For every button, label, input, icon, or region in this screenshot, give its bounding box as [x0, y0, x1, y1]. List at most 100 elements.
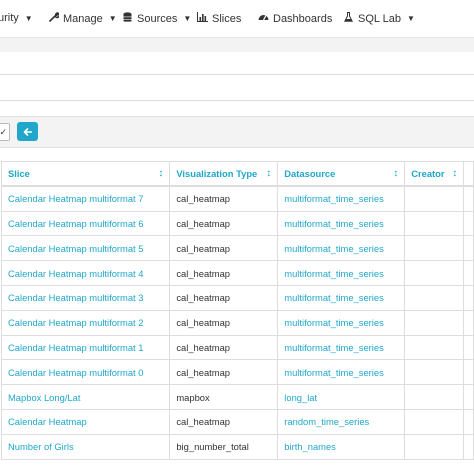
cell-viz-type: cal_heatmap [169, 235, 279, 262]
table-row: Calendar Heatmap multiformat 3 cal_heatma… [0, 284, 474, 311]
cell-extra [463, 359, 474, 386]
divider [0, 74, 474, 75]
cell-creator [404, 284, 465, 311]
cell-extra [463, 309, 474, 336]
cell-viz-type: cal_heatmap [169, 408, 279, 435]
cell-extra [463, 408, 474, 435]
cell-slice-name[interactable]: Calendar Heatmap multiformat 6 [0, 210, 171, 237]
column-header-extra [463, 161, 474, 188]
cell-datasource[interactable]: random_time_series [277, 408, 406, 435]
cell-slice-name[interactable]: Calendar Heatmap [0, 408, 171, 435]
cell-creator [404, 235, 465, 262]
table-row: Mapbox Long/Lat mapbox long_lat [0, 384, 474, 410]
cell-viz-type: cal_heatmap [169, 309, 279, 336]
table-row: Calendar Heatmap multiformat 1 cal_heatma… [0, 334, 474, 361]
chevron-down-icon: ▼ [407, 14, 415, 23]
cell-datasource[interactable]: multiformat_time_series [277, 359, 406, 386]
cell-slice-name[interactable]: Mapbox Long/Lat [0, 384, 171, 410]
cell-extra [463, 260, 474, 286]
cell-viz-type: cal_heatmap [169, 210, 279, 237]
nav-sources-label: Sources [137, 12, 178, 25]
cell-extra [463, 334, 474, 361]
filter-bar: ✓ [0, 116, 474, 148]
nav-slices-label: Slices [212, 12, 242, 25]
cell-datasource[interactable]: multiformat_time_series [277, 260, 406, 286]
nav-security-label: urity [0, 12, 19, 24]
dashboard-icon [258, 12, 269, 25]
cell-viz-type: mapbox [169, 384, 279, 410]
sort-icon[interactable]: ↕ [266, 168, 271, 179]
divider [0, 100, 474, 101]
cell-datasource[interactable]: multiformat_time_series [277, 309, 406, 336]
slices-table: Slice ↕ Visualization Type ↕ Datasource … [0, 161, 474, 460]
chevron-down-icon: ▼ [183, 14, 192, 23]
database-icon [122, 12, 133, 25]
cell-creator [404, 185, 465, 212]
column-header-label: Creator [411, 168, 445, 180]
table-row: Calendar Heatmap multiformat 0 cal_heatma… [0, 359, 474, 386]
column-header-creator[interactable]: Creator ↕ [404, 161, 465, 188]
cell-viz-type: cal_heatmap [169, 260, 279, 286]
nav-dashboards-link[interactable]: Dashboards [258, 12, 332, 25]
column-header-datasource[interactable]: Datasource ↕ [277, 161, 406, 188]
cell-extra [463, 235, 474, 262]
cell-slice-name[interactable]: Calendar Heatmap multiformat 5 [0, 235, 171, 262]
cell-slice-name[interactable]: Calendar Heatmap multiformat 7 [0, 185, 171, 212]
table-row: Calendar Heatmap cal_heatmap random_time_s… [0, 408, 474, 435]
table-row: Calendar Heatmap multiformat 2 cal_heatma… [0, 309, 474, 336]
cell-viz-type: cal_heatmap [169, 334, 279, 361]
sort-icon[interactable]: ↕ [452, 168, 457, 179]
sort-icon[interactable]: ↕ [158, 168, 163, 179]
column-header-label: Slice [8, 168, 30, 180]
nav-sqllab-menu[interactable]: SQL Lab ▼ [343, 12, 415, 25]
column-header-label: Visualization Type [176, 168, 258, 180]
nav-sqllab-label: SQL Lab [358, 12, 402, 25]
cell-slice-name[interactable]: Calendar Heatmap multiformat 3 [0, 284, 171, 311]
cell-slice-name[interactable]: Calendar Heatmap multiformat 2 [0, 309, 171, 336]
column-header-slice[interactable]: Slice ↕ [0, 161, 171, 188]
cell-datasource[interactable]: long_lat [277, 384, 406, 410]
filter-select[interactable]: ✓ [0, 123, 10, 141]
table-row: Calendar Heatmap multiformat 6 cal_heatma… [0, 210, 474, 237]
cell-extra [463, 210, 474, 237]
nav-slices-link[interactable]: Slices [197, 12, 241, 25]
top-navbar: urity ▼ Manage ▼ Sources ▼ Slices Dashbo… [0, 0, 474, 38]
column-header-visualization-type[interactable]: Visualization Type ↕ [169, 161, 279, 188]
cell-creator [404, 309, 465, 336]
search-panel [0, 52, 474, 114]
cell-creator [404, 334, 465, 361]
table-row: Calendar Heatmap multiformat 5 cal_heatma… [0, 235, 474, 262]
nav-sources-menu[interactable]: Sources ▼ [122, 12, 191, 25]
cell-datasource[interactable]: multiformat_time_series [277, 235, 406, 262]
cell-creator [404, 433, 465, 460]
cell-slice-name[interactable]: Calendar Heatmap multiformat 0 [0, 359, 171, 386]
wrench-icon [48, 12, 60, 25]
cell-extra [463, 185, 474, 212]
cell-datasource[interactable]: multiformat_time_series [277, 284, 406, 311]
flask-icon [343, 12, 354, 25]
cell-viz-type: cal_heatmap [169, 185, 279, 212]
cell-datasource[interactable]: birth_names [277, 433, 406, 460]
cell-creator [404, 260, 465, 286]
sort-icon[interactable]: ↕ [393, 168, 398, 179]
nav-manage-label: Manage [63, 12, 103, 25]
cell-extra [463, 284, 474, 311]
back-button[interactable] [17, 122, 38, 141]
bar-chart-icon [197, 12, 208, 25]
cell-slice-name[interactable]: Calendar Heatmap multiformat 1 [0, 334, 171, 361]
cell-viz-type: big_number_total [169, 433, 279, 460]
column-header-label: Datasource [284, 168, 336, 180]
header-strip [0, 38, 474, 52]
nav-manage-menu[interactable]: Manage ▼ [48, 12, 117, 25]
cell-viz-type: cal_heatmap [169, 359, 279, 386]
cell-slice-name[interactable]: Calendar Heatmap multiformat 4 [0, 260, 171, 286]
cell-slice-name[interactable]: Number of Girls [0, 433, 171, 460]
cell-datasource[interactable]: multiformat_time_series [277, 334, 406, 361]
cell-datasource[interactable]: multiformat_time_series [277, 210, 406, 237]
cell-creator [404, 359, 465, 386]
chevron-down-icon: ▼ [108, 14, 117, 23]
nav-security-menu[interactable]: urity ▼ [0, 12, 33, 24]
cell-datasource[interactable]: multiformat_time_series [277, 185, 406, 212]
cell-extra [463, 384, 474, 410]
table-row: Calendar Heatmap multiformat 4 cal_heatma… [0, 260, 474, 286]
